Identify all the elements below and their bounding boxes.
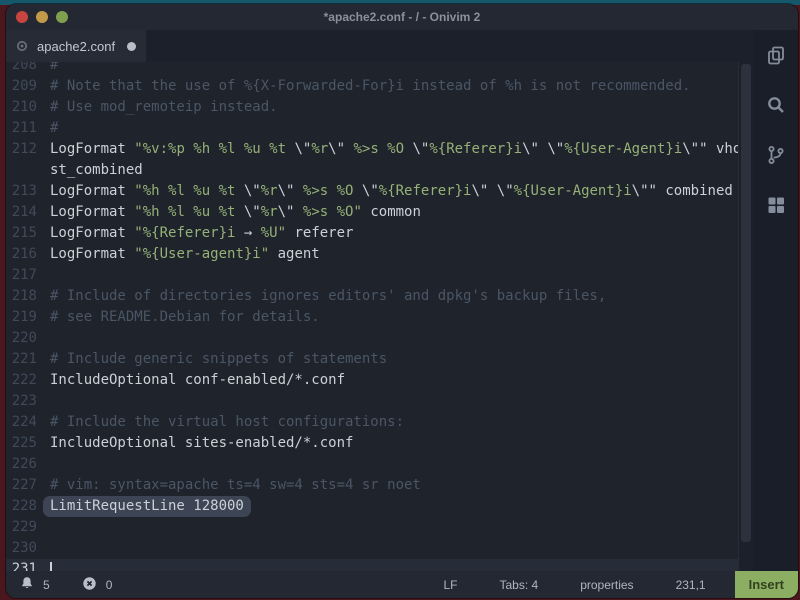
code-line-222[interactable]: 222IncludeOptional conf-enabled/*.conf (6, 370, 738, 391)
modified-dot-icon[interactable] (127, 42, 136, 51)
line-number: 213 (6, 181, 50, 202)
line-number: 230 (6, 538, 50, 559)
code-line-224[interactable]: 224# Include the virtual host configurat… (6, 412, 738, 433)
tab-bar: apache2.conf (6, 30, 753, 62)
line-number: 229 (6, 517, 50, 538)
code-line-216[interactable]: 216LogFormat "%{User-agent}i" agent (6, 244, 738, 265)
code-line-227[interactable]: 227# vim: syntax=apache ts=4 sw=4 sts=4 … (6, 475, 738, 496)
line-number: 220 (6, 328, 50, 349)
minimize-button[interactable] (36, 11, 48, 23)
notifications-indicator[interactable]: 5 (20, 576, 50, 593)
error-count: 0 (106, 578, 113, 592)
code-line-229[interactable]: 229 (6, 517, 738, 538)
window-title: *apache2.conf - / - Onivim 2 (6, 10, 798, 24)
line-number: 208 (6, 62, 50, 76)
code-rows: 208#209# Note that the use of %{X-Forwar… (6, 62, 738, 571)
line-number: 214 (6, 202, 50, 223)
line-number: 209 (6, 76, 50, 97)
code-line-210[interactable]: 210# Use mod_remoteip instead. (6, 97, 738, 118)
search-icon[interactable] (753, 80, 798, 130)
traffic-lights (6, 11, 68, 23)
bell-icon (20, 576, 34, 593)
code-line-215[interactable]: 215LogFormat "%{Referer}i → %U" referer (6, 223, 738, 244)
code-line-217[interactable]: 217 (6, 265, 738, 286)
code-line-208[interactable]: 208# (6, 62, 738, 76)
extensions-icon[interactable] (753, 180, 798, 230)
code-line-230[interactable]: 230 (6, 538, 738, 559)
onivim-window: *apache2.conf - / - Onivim 2 apache2.con… (6, 4, 798, 598)
zoom-button[interactable] (56, 11, 68, 23)
line-number: 224 (6, 412, 50, 433)
gear-filetype-icon (16, 40, 28, 52)
error-circle-icon (82, 576, 97, 594)
line-number: 219 (6, 307, 50, 328)
filetype-indicator[interactable]: properties (559, 578, 654, 592)
line-number: 223 (6, 391, 50, 412)
code-line-219[interactable]: 219# see README.Debian for details. (6, 307, 738, 328)
line-number: 225 (6, 433, 50, 454)
vim-mode-badge: Insert (735, 571, 798, 598)
line-number: 222 (6, 370, 50, 391)
code-line-211[interactable]: 211# (6, 118, 738, 139)
cursor-position-indicator[interactable]: 231,1 (655, 578, 727, 592)
line-number: 218 (6, 286, 50, 307)
scrollbar-thumb[interactable] (741, 64, 751, 542)
line-number: 212 (6, 139, 50, 160)
code-line-wrap[interactable]: st_combined (6, 160, 738, 181)
line-number: 221 (6, 349, 50, 370)
code-line-226[interactable]: 226 (6, 454, 738, 475)
code-line-213[interactable]: 213LogFormat "%h %l %u %t \"%r\" %>s %O … (6, 181, 738, 202)
code-line-212[interactable]: 212LogFormat "%v:%p %h %l %u %t \"%r\" %… (6, 139, 738, 160)
code-line-214[interactable]: 214LogFormat "%h %l %u %t \"%r\" %>s %O"… (6, 202, 738, 223)
line-number (6, 160, 50, 181)
errors-indicator[interactable]: 0 (82, 576, 113, 594)
line-number: 227 (6, 475, 50, 496)
copy-pages-icon[interactable] (753, 30, 798, 80)
line-number: 231 (6, 559, 50, 571)
titlebar: *apache2.conf - / - Onivim 2 (6, 4, 798, 30)
line-number: 211 (6, 118, 50, 139)
code-line-218[interactable]: 218# Include of directories ignores edit… (6, 286, 738, 307)
highlighted-text-pill: LimitRequestLine 128000 (43, 496, 251, 517)
close-button[interactable] (16, 11, 28, 23)
activity-bar (753, 30, 798, 571)
code-line-221[interactable]: 221# Include generic snippets of stateme… (6, 349, 738, 370)
code-line-223[interactable]: 223 (6, 391, 738, 412)
status-bar: 5 0 LF Tabs: 4 properties 231,1 Insert (6, 571, 798, 598)
eol-indicator[interactable]: LF (422, 578, 478, 592)
line-number: 215 (6, 223, 50, 244)
editor-scrollbar[interactable] (738, 62, 753, 571)
line-number: 226 (6, 454, 50, 475)
code-line-220[interactable]: 220 (6, 328, 738, 349)
line-number: 210 (6, 97, 50, 118)
code-line-228[interactable]: 228LimitRequestLine 128000 (6, 496, 738, 517)
tab-label: apache2.conf (37, 39, 118, 54)
code-line-231[interactable]: 231 (6, 559, 738, 571)
notification-count: 5 (43, 578, 50, 592)
source-control-icon[interactable] (753, 130, 798, 180)
text-cursor (50, 562, 52, 571)
line-number: 216 (6, 244, 50, 265)
line-number: 217 (6, 265, 50, 286)
indentation-indicator[interactable]: Tabs: 4 (478, 578, 559, 592)
tab-apache2-conf[interactable]: apache2.conf (6, 30, 146, 62)
code-line-225[interactable]: 225IncludeOptional sites-enabled/*.conf (6, 433, 738, 454)
code-line-209[interactable]: 209# Note that the use of %{X-Forwarded-… (6, 76, 738, 97)
editor-surface[interactable]: 208#209# Note that the use of %{X-Forwar… (6, 62, 753, 571)
